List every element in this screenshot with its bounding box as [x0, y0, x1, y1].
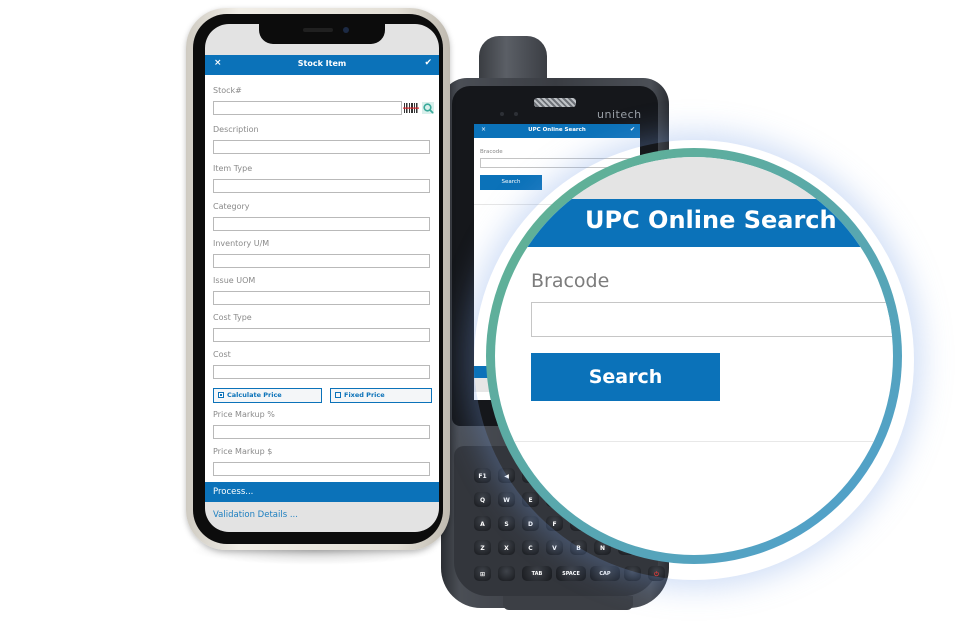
field-label-markup-percent: Price Markup % — [213, 410, 275, 419]
description-input[interactable] — [213, 140, 430, 154]
markup-dollar-input[interactable] — [213, 462, 430, 476]
magnified-search-button[interactable]: Search — [531, 353, 720, 401]
fixed-price-option[interactable]: Fixed Price — [330, 388, 432, 403]
field-label-category: Category — [213, 202, 250, 211]
markup-percent-input[interactable] — [213, 425, 430, 439]
issue-uom-input[interactable] — [213, 291, 430, 305]
field-label-item-type: Item Type — [213, 164, 253, 173]
magnified-title: UPC Online Search — [585, 206, 837, 234]
stock-number-input[interactable] — [213, 101, 402, 115]
key-v[interactable]: V — [546, 540, 563, 555]
checkmark-icon[interactable]: ✔ — [424, 58, 432, 68]
key-s[interactable]: S — [498, 516, 515, 531]
field-label-cost-type: Cost Type — [213, 313, 252, 322]
indicator-led — [514, 112, 518, 116]
magnifier-content: UPC Online Search Bracode Search — [495, 157, 893, 555]
key-x[interactable]: X — [498, 540, 515, 555]
handheld-app-title: UPC Online Search — [528, 127, 586, 133]
calculate-price-option[interactable]: Calculate Price — [213, 388, 322, 403]
key-blank[interactable] — [498, 566, 515, 581]
app-header: × Stock Item ✔ — [205, 55, 439, 75]
barcode-label: Bracode — [480, 149, 503, 155]
key-c[interactable]: C — [522, 540, 539, 555]
checkmark-icon[interactable]: ✔ — [630, 126, 635, 133]
cost-type-input[interactable] — [213, 328, 430, 342]
validation-details-link[interactable]: Validation Details ... — [213, 510, 298, 520]
magnified-header: UPC Online Search — [495, 199, 893, 247]
earpiece — [303, 28, 333, 32]
key-cap[interactable]: CAP — [590, 566, 620, 581]
fixed-price-label: Fixed Price — [344, 391, 385, 399]
device-foot — [503, 596, 633, 610]
item-type-input[interactable] — [213, 179, 430, 193]
field-label-issue-uom: Issue UOM — [213, 276, 256, 285]
key-tab[interactable]: TAB — [522, 566, 552, 581]
inventory-um-input[interactable] — [213, 254, 430, 268]
field-label-stock: Stock# — [213, 86, 242, 95]
magnifier-ring: UPC Online Search Bracode Search — [486, 148, 902, 564]
page-title: Stock Item — [297, 59, 347, 68]
process-button[interactable]: Process... — [205, 482, 439, 502]
front-camera — [343, 27, 349, 33]
field-label-description: Description — [213, 125, 259, 134]
cost-input[interactable] — [213, 365, 430, 379]
magnified-barcode-input[interactable] — [531, 302, 893, 337]
key-f1[interactable]: F1 — [474, 468, 491, 483]
radio-unselected-icon — [335, 392, 341, 398]
barcode-scan-icon[interactable] — [403, 103, 419, 113]
field-label-markup-dollar: Price Markup $ — [213, 447, 273, 456]
status-area — [495, 157, 893, 199]
radio-selected-icon — [218, 392, 224, 398]
phone-screen: × Stock Item ✔ Stock# Description Item T… — [205, 24, 439, 532]
divider — [495, 441, 893, 442]
handheld-app-header: × UPC Online Search ✔ — [474, 124, 640, 138]
brand-logo: unitech — [597, 108, 642, 121]
indicator-led — [500, 112, 504, 116]
magnified-barcode-label: Bracode — [531, 270, 610, 292]
phone-notch — [259, 22, 385, 44]
key-symbol[interactable]: ⊞ — [474, 566, 491, 581]
stock-item-form: Stock# Description Item Type Category In… — [205, 75, 439, 482]
key-space[interactable]: SPACE — [556, 566, 586, 581]
key-w[interactable]: W — [498, 492, 515, 507]
key-a[interactable]: A — [474, 516, 491, 531]
field-label-inventory-um: Inventory U/M — [213, 239, 270, 248]
speaker-grille — [534, 98, 576, 107]
key-z[interactable]: Z — [474, 540, 491, 555]
category-input[interactable] — [213, 217, 430, 231]
field-label-cost: Cost — [213, 350, 231, 359]
key-d[interactable]: D — [522, 516, 539, 531]
key-q[interactable]: Q — [474, 492, 491, 507]
calculate-price-label: Calculate Price — [227, 391, 282, 399]
search-icon[interactable] — [422, 102, 434, 114]
